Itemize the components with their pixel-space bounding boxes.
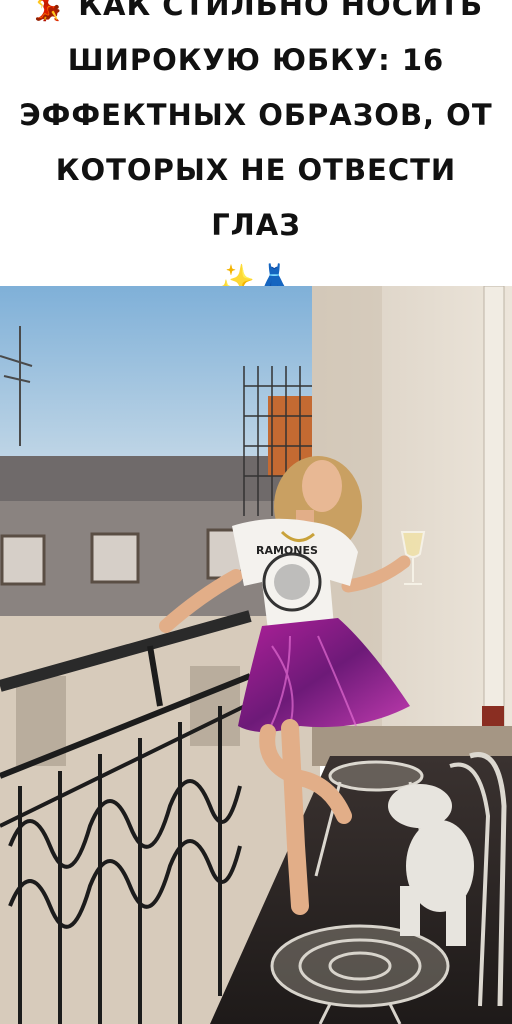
standing-leg <box>281 719 309 915</box>
tshirt-print: RAMONES <box>256 544 318 557</box>
fashion-photo[interactable]: RAMONES <box>0 286 512 1024</box>
post-header: 💃 Как стильно носить широкую юбку: 16 эф… <box>0 0 512 298</box>
drainpipe <box>483 286 505 757</box>
post-title: Как стильно носить широкую юбку: 16 эффе… <box>19 0 493 242</box>
post-title-line: 💃 Как стильно носить широкую юбку: 16 эф… <box>0 0 512 253</box>
dancer-emoji-icon: 💃 <box>28 0 68 23</box>
face <box>302 460 342 512</box>
